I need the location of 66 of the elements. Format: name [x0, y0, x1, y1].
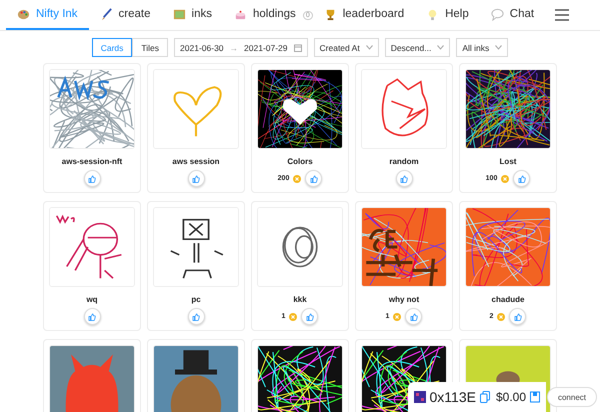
date-range-field[interactable]: 2021-06-30 → 2021-07-29 — [174, 38, 308, 57]
coin-icon — [393, 312, 402, 320]
picture-icon — [172, 8, 186, 20]
wallet-balance: $0.00 — [496, 390, 526, 404]
range-arrow: → — [230, 42, 238, 52]
like-button[interactable] — [188, 170, 204, 187]
thumbs-up-icon — [518, 174, 526, 182]
ink-title: wq — [86, 295, 98, 304]
thumbs-up-icon — [514, 312, 522, 320]
nav-tab[interactable]: Help — [415, 0, 480, 30]
ink-title: aws-session-nft — [62, 157, 122, 166]
view-toggle[interactable]: Tiles — [132, 38, 168, 57]
nav-tab[interactable]: inks — [162, 0, 223, 30]
like-button[interactable] — [509, 308, 526, 325]
filter-dropdown[interactable]: All inks — [456, 38, 508, 57]
thumbs-up-icon — [88, 312, 96, 320]
like-button[interactable] — [405, 308, 422, 325]
like-button[interactable] — [84, 308, 100, 325]
thumbs-up-icon — [410, 312, 418, 320]
like-button[interactable] — [84, 170, 100, 187]
chevron-down-icon — [495, 45, 502, 50]
ink-title: random — [389, 157, 419, 166]
ink-title: chadude — [492, 295, 524, 304]
ink-card[interactable]: wq — [43, 201, 141, 331]
coin-icon — [497, 312, 506, 320]
ink-card[interactable]: random — [355, 63, 453, 193]
like-button[interactable] — [305, 170, 322, 187]
sort-order-dropdown[interactable]: Descend... — [384, 38, 450, 57]
like-button[interactable] — [513, 170, 530, 187]
coin-icon — [501, 174, 510, 182]
copy-icon[interactable] — [480, 391, 490, 403]
connect-button[interactable]: connect — [546, 387, 597, 407]
coin-icon — [289, 312, 298, 320]
like-button[interactable] — [188, 308, 204, 325]
chevron-down-icon — [366, 45, 373, 50]
thumbs-up-icon — [310, 174, 318, 182]
nav-tab[interactable]: create — [88, 0, 162, 30]
ink-title: kkk — [293, 295, 307, 304]
speech-bubble-icon — [490, 8, 504, 20]
coin-icon — [293, 174, 302, 182]
thumbs-up-icon — [192, 174, 200, 182]
ink-title: why not — [388, 295, 420, 304]
save-icon[interactable] — [530, 391, 540, 403]
ink-title: Colors — [287, 157, 313, 166]
wallet-address: 0x113E — [430, 389, 476, 405]
like-button[interactable] — [301, 308, 318, 325]
ink-card[interactable]: pc — [147, 201, 245, 331]
identicon-icon — [414, 391, 426, 403]
nav-tab[interactable]: Chat — [480, 0, 546, 30]
brush-icon — [100, 8, 113, 20]
thumbs-up-icon — [192, 312, 200, 320]
menu-icon[interactable] — [555, 9, 570, 21]
thumbs-up-icon — [88, 174, 96, 182]
palette-icon — [17, 8, 30, 20]
chevron-down-icon — [437, 45, 444, 50]
nav-tab[interactable]: leaderboard — [312, 0, 416, 30]
calendar-icon — [294, 44, 302, 52]
thumbs-up-icon — [306, 312, 314, 320]
like-button[interactable] — [396, 170, 412, 187]
sort-field-dropdown[interactable]: Created At — [314, 38, 379, 57]
ink-title: pc — [191, 295, 201, 304]
ink-card[interactable]: aws session — [147, 63, 245, 193]
ink-title: Lost — [500, 157, 516, 166]
ink-title: aws session — [172, 157, 220, 166]
thumbs-up-icon — [400, 174, 408, 182]
ink-card[interactable]: aws-session-nft — [43, 63, 141, 193]
